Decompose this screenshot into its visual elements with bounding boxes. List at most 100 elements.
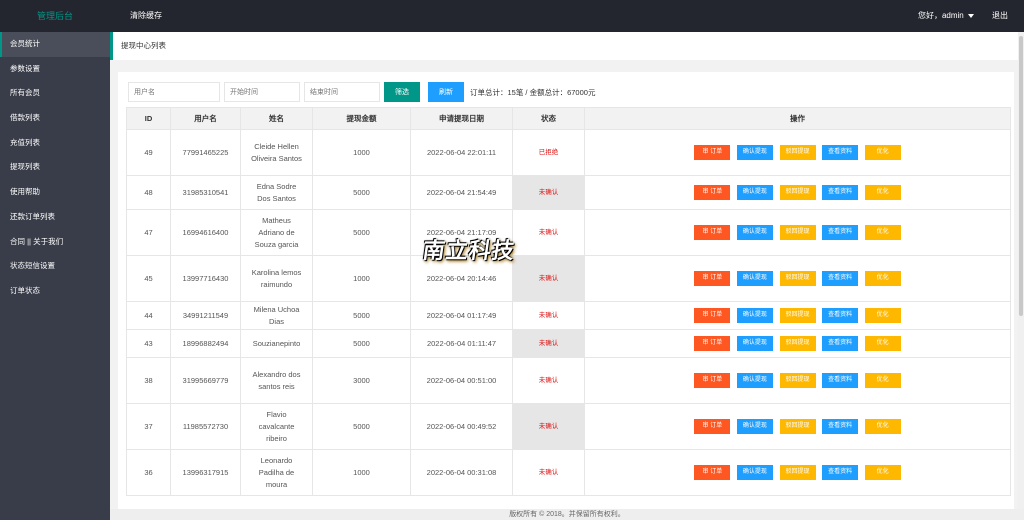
col-header-id: ID [126,107,171,130]
row-username: 31985310541 [170,175,241,210]
optimize-button[interactable]: 优化 [864,271,901,286]
order-button[interactable]: 审 订单 [694,419,731,434]
sidebar-item-params[interactable]: 参数设置 [0,57,110,82]
logout-link[interactable]: 退出 [992,11,1008,20]
sidebar-item-withdraw[interactable]: 提现列表 [0,155,110,180]
row-username: 16994616400 [170,209,241,256]
view-profile-button[interactable]: 查看资料 [822,308,859,323]
reject-withdraw-button[interactable]: 驳回提现 [779,271,816,286]
confirm-withdraw-button[interactable]: 确认提现 [736,271,773,286]
top-bar: 管理后台 清除缓存 您好，admin 退出 [0,0,1024,32]
confirm-withdraw-button[interactable]: 确认提现 [736,419,773,434]
sidebar-item-recharge[interactable]: 充值列表 [0,131,110,156]
optimize-button[interactable]: 优化 [864,308,901,323]
row-name: Flavio cavalcante ribeiro [240,403,313,450]
row-status: 未确认 [512,403,585,450]
optimize-button[interactable]: 优化 [864,185,901,200]
user-menu[interactable]: 您好，admin [914,11,974,20]
sidebar-item-contract[interactable]: 合同 || 关于我们 [0,230,110,255]
row-id: 49 [126,129,171,176]
table-row: 43 18996882494 Souzianepinto 5000 2022-06-04… [126,329,1011,358]
action-group: 审 订单 确认提现 驳回提现 查看资料 优化 [585,308,1010,323]
optimize-button[interactable]: 优化 [864,465,901,480]
row-id: 47 [126,209,171,256]
confirm-withdraw-button[interactable]: 确认提现 [736,225,773,240]
view-profile-button[interactable]: 查看资料 [822,185,859,200]
sidebar-item-sms[interactable]: 状态短信设置 [0,254,110,279]
row-actions: 审 订单 确认提现 驳回提现 查看资料 优化 [584,209,1011,256]
confirm-withdraw-button[interactable]: 确认提现 [736,308,773,323]
confirm-withdraw-button[interactable]: 确认提现 [736,145,773,160]
reject-withdraw-button[interactable]: 驳回提现 [779,373,816,388]
sidebar-item-repayments[interactable]: 还款订单列表 [0,205,110,230]
order-button[interactable]: 审 订单 [694,225,731,240]
sidebar-item-help[interactable]: 使用帮助 [0,180,110,205]
order-button[interactable]: 审 订单 [694,271,731,286]
username-input[interactable] [128,82,220,102]
order-button[interactable]: 审 订单 [694,185,731,200]
action-group: 审 订单 确认提现 驳回提现 查看资料 优化 [585,336,1010,351]
app-logo[interactable]: 管理后台 [0,0,110,32]
optimize-button[interactable]: 优化 [864,225,901,240]
start-time-input[interactable] [224,82,300,102]
confirm-withdraw-button[interactable]: 确认提现 [736,465,773,480]
view-profile-button[interactable]: 查看资料 [822,465,859,480]
refresh-button[interactable]: 刷新 [428,82,464,102]
clear-cache-link[interactable]: 清除缓存 [130,0,162,32]
optimize-button[interactable]: 优化 [864,336,901,351]
order-button[interactable]: 审 订单 [694,373,731,388]
order-button[interactable]: 审 订单 [694,145,731,160]
row-date: 2022-06-04 00:49:52 [410,403,513,450]
col-header-status: 状态 [512,107,585,130]
reject-withdraw-button[interactable]: 驳回提现 [779,225,816,240]
row-name: Souzianepinto [240,329,313,358]
reject-withdraw-button[interactable]: 驳回提现 [779,185,816,200]
optimize-button[interactable]: 优化 [864,419,901,434]
view-profile-button[interactable]: 查看资料 [822,271,859,286]
reject-withdraw-button[interactable]: 驳回提现 [779,465,816,480]
reject-withdraw-button[interactable]: 驳回提现 [779,419,816,434]
row-id: 48 [126,175,171,210]
reject-withdraw-button[interactable]: 驳回提现 [779,145,816,160]
view-profile-button[interactable]: 查看资料 [822,145,859,160]
row-name: Matheus Adriano de Souza garcia [240,209,313,256]
sidebar-item-loans[interactable]: 借款列表 [0,106,110,131]
row-name: Cleide Hellen Oliveira Santos [240,129,313,176]
order-button[interactable]: 审 订单 [694,465,731,480]
order-summary: 订单总计：15笔 / 金额总计：67000元 [470,87,596,97]
row-username: 77991465225 [170,129,241,176]
row-id: 43 [126,329,171,358]
optimize-button[interactable]: 优化 [864,373,901,388]
optimize-button[interactable]: 优化 [864,145,901,160]
reject-withdraw-button[interactable]: 驳回提现 [779,308,816,323]
confirm-withdraw-button[interactable]: 确认提现 [736,185,773,200]
order-button[interactable]: 审 订单 [694,308,731,323]
row-name: Alexandro dos santos reis [240,357,313,404]
chevron-down-icon [967,13,974,18]
confirm-withdraw-button[interactable]: 确认提现 [736,373,773,388]
sidebar-item-member-stats[interactable]: 会员统计 [0,32,110,57]
reject-withdraw-button[interactable]: 驳回提现 [779,336,816,351]
col-header-date: 申请提现日期 [410,107,513,130]
row-name: Leonardo Padilha de moura [240,449,313,496]
scrollbar-thumb[interactable] [1019,36,1023,316]
row-date: 2022-06-04 01:11:47 [410,329,513,358]
row-amount: 5000 [312,301,411,330]
sidebar-item-members[interactable]: 所有会员 [0,81,110,106]
tab-withdraw-list[interactable]: 提现中心列表 [110,32,1024,60]
filter-button[interactable]: 筛选 [384,82,420,102]
sidebar-item-order-status[interactable]: 订单状态 [0,279,110,304]
row-actions: 审 订单 确认提现 驳回提现 查看资料 优化 [584,329,1011,358]
confirm-withdraw-button[interactable]: 确认提现 [736,336,773,351]
row-username: 34991211549 [170,301,241,330]
view-profile-button[interactable]: 查看资料 [822,373,859,388]
view-profile-button[interactable]: 查看资料 [822,225,859,240]
table-row: 48 31985310541 Edna Sodre Dos Santos 5000 20… [126,175,1011,210]
order-button[interactable]: 审 订单 [694,336,731,351]
page-scrollbar[interactable] [1018,32,1024,520]
view-profile-button[interactable]: 查看资料 [822,419,859,434]
end-time-input[interactable] [304,82,380,102]
sidebar: 会员统计 参数设置 所有会员 借款列表 充值列表 提现列表 使用帮助 还款订单列… [0,32,110,520]
row-username: 13997716430 [170,255,241,302]
view-profile-button[interactable]: 查看资料 [822,336,859,351]
